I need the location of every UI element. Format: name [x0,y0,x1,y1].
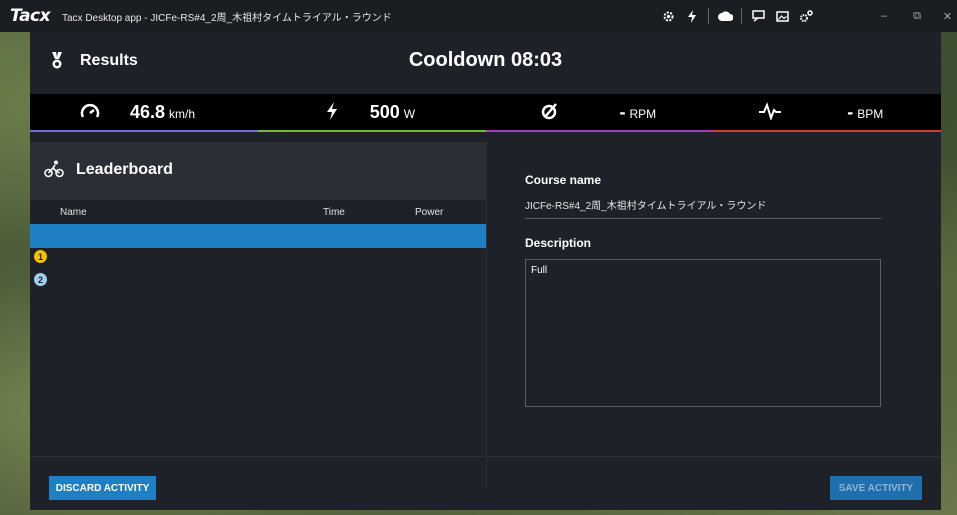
metrics-bar: 46.8 km/h 500 W - RPM - BPM [30,94,941,132]
close-button[interactable]: ✕ [938,0,957,32]
power-bolt-status-icon[interactable] [680,0,704,32]
panel-header: Results Cooldown 08:03 [30,32,941,94]
save-activity-button[interactable]: SAVE ACTIVITY [830,476,922,500]
rank-badge: 2 [34,273,47,286]
leaderboard: Leaderboard Name Time Power [30,142,486,488]
workout-status: Cooldown 08:03 [408,49,563,71]
cadence-metric: - RPM [485,94,714,132]
speedometer-icon [80,102,100,125]
rank-badge: 1 [34,250,47,263]
course-name-label: Course name [525,173,602,187]
screen-mirror-icon[interactable] [746,0,770,32]
leaderboard-columns: Name Time Power [30,200,486,224]
window-title: Tacx Desktop app - JICFe-RS#4_2周_木祖村タイムト… [62,12,392,24]
medal-icon [50,52,64,75]
trainer-status-icon[interactable] [656,0,680,32]
cadence-unit: RPM [629,107,657,121]
speed-value: 46.8 [130,102,166,122]
action-footer: DISCARD ACTIVITY SAVE ACTIVITY [30,456,941,510]
restore-button[interactable]: ⧉ [906,0,928,32]
cadence-value: - [619,102,626,122]
heartrate-metric: - BPM [713,94,941,132]
column-power[interactable]: Power [415,207,443,218]
heartrate-unit: BPM [857,107,884,121]
power-bolt-icon [326,102,338,125]
leaderboard-title: Leaderboard [76,161,173,178]
speed-unit: km/h [169,107,196,121]
toolbar-icons [656,0,818,32]
cyclist-icon [44,160,64,183]
results-heading: Results [80,52,138,69]
toolbar-divider [741,8,742,24]
power-unit: W [403,107,416,121]
title-bar: Tacx Tacx Desktop app - JICFe-RS#4_2周_木祖… [0,0,957,32]
heartrate-value: - [847,102,854,122]
speed-value-group: 46.8 km/h [130,102,195,123]
settings-gear-icon[interactable] [794,0,818,32]
heartrate-value-group: - BPM [847,102,883,123]
results-panel: Results Cooldown 08:03 46.8 km/h 500 W - RP… [30,32,941,510]
minimize-button[interactable]: – [872,0,896,32]
cadence-icon [540,102,560,125]
course-info: Course name JICFe-RS#4_2周_木祖村タイムトライアル・ラウ… [486,142,941,488]
course-name-field[interactable]: JICFe-RS#4_2周_木祖村タイムトライアル・ラウンド [525,197,881,219]
discard-activity-button[interactable]: DISCARD ACTIVITY [49,476,156,500]
description-label: Description [525,236,592,250]
column-name[interactable]: Name [60,207,87,218]
picture-icon[interactable] [770,0,794,32]
leaderboard-row-selected[interactable] [30,224,486,248]
power-value: 500 [369,102,400,122]
description-textarea[interactable]: Full [525,259,881,407]
column-time[interactable]: Time [323,207,345,218]
cadence-value-group: - RPM [620,102,657,123]
heartrate-icon [759,102,782,125]
toolbar-divider [708,8,709,24]
leaderboard-header: Leaderboard [30,142,486,200]
power-metric: 500 W [257,94,486,132]
app-logo: Tacx [10,6,51,26]
cloud-icon[interactable] [713,0,737,32]
speed-metric: 46.8 km/h [30,94,258,132]
power-value-group: 500 W [370,102,415,123]
